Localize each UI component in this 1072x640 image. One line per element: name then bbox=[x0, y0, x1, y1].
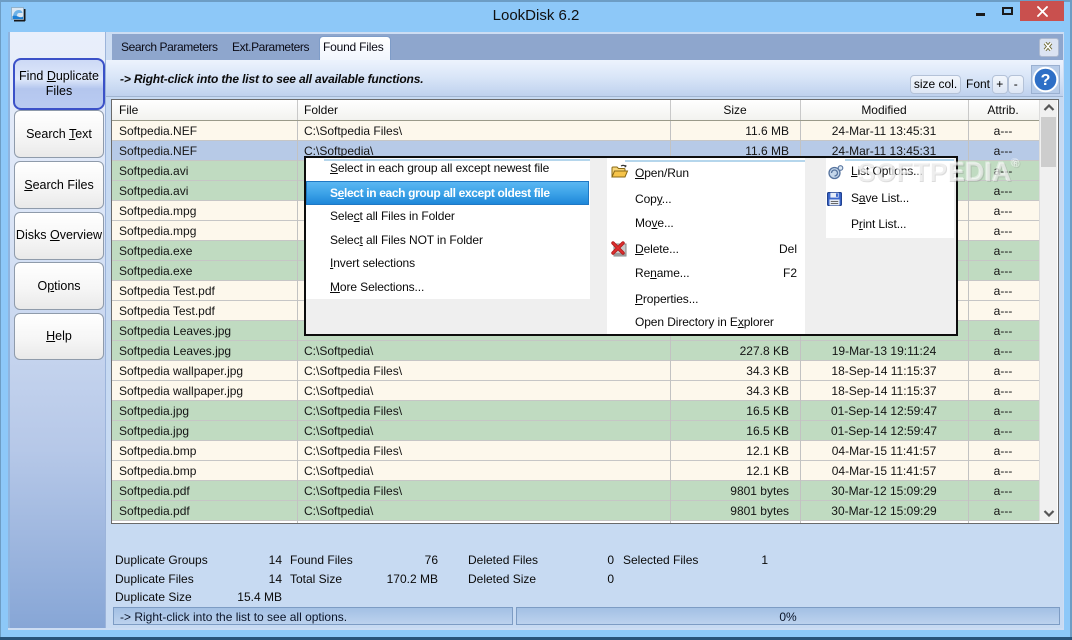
svg-text:?: ? bbox=[1041, 72, 1051, 89]
